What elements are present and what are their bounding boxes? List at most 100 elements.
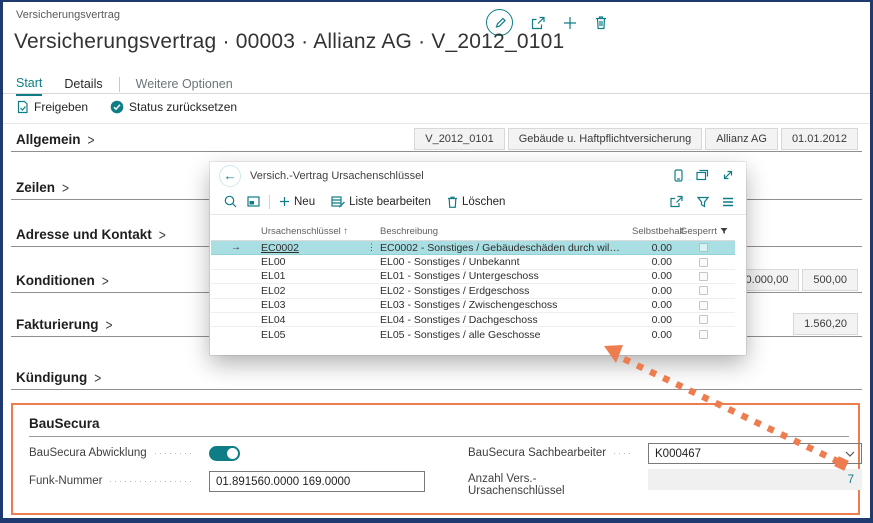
blocked-checkbox[interactable] — [699, 286, 708, 295]
table-row[interactable]: EC0002 EC0002 - Sonstiges / Gebäudeschäd… — [211, 241, 735, 255]
reset-status-button[interactable]: Status zurücksetzen — [110, 100, 237, 114]
section-zeilen[interactable]: Zeilen — [16, 180, 69, 195]
delete-button[interactable]: Löschen — [447, 196, 505, 208]
table-row[interactable]: EL00 EL00 - Sonstiges / Unbekannt 0.00 — [211, 255, 735, 269]
column-blocked[interactable]: Gesperrt — [680, 226, 734, 237]
blocked-checkbox[interactable] — [699, 330, 708, 339]
row-options-icon[interactable] — [363, 242, 380, 253]
delete-icon[interactable] — [594, 15, 608, 30]
back-icon[interactable] — [219, 165, 241, 187]
blocked-checkbox[interactable] — [699, 315, 708, 324]
blocked-checkbox[interactable] — [699, 258, 708, 267]
table-row[interactable]: EL04 EL04 - Sonstiges / Dachgeschoss 0.0… — [211, 313, 735, 327]
release-button[interactable]: Freigeben — [16, 100, 88, 114]
sachbearbeiter-value: K000467 — [655, 448, 845, 460]
row-key-link[interactable]: EL03 — [261, 299, 363, 311]
allgemein-summary: V_2012_0101 Gebäude u. Haftpflichtversic… — [414, 128, 858, 150]
section-kuendigung[interactable]: Kündigung — [16, 370, 101, 385]
dialog-header: Versich.-Vertrag Ursachenschlüssel — [210, 162, 746, 189]
plus-icon — [279, 196, 290, 207]
edit-list-icon — [331, 195, 345, 208]
section-fakturierung[interactable]: Fakturierung — [16, 317, 113, 332]
status-reset-icon — [110, 100, 124, 114]
table-header: Ursachenschlüssel Beschreibung Selbstbeh… — [211, 222, 735, 240]
blocked-checkbox[interactable] — [699, 301, 708, 310]
table-row[interactable]: EL01 EL01 - Sonstiges / Untergeschoss 0.… — [211, 270, 735, 284]
section-konditionen[interactable]: Konditionen — [16, 273, 109, 288]
table-row[interactable]: EL02 EL02 - Sonstiges / Erdgeschoss 0.00 — [211, 284, 735, 298]
row-key-link[interactable]: EL00 — [261, 256, 363, 268]
table-row[interactable]: EL05 EL05 - Sonstiges / alle Geschosse 0… — [211, 327, 735, 341]
bausecura-rule — [29, 436, 849, 437]
row-key-link[interactable]: EL05 — [261, 329, 363, 341]
section-line — [11, 389, 862, 390]
trash-icon — [447, 196, 458, 208]
row-key-link[interactable]: EL04 — [261, 314, 363, 326]
summary-premium: 1.560,20 — [793, 313, 858, 335]
edit-list-button[interactable]: Liste bearbeiten — [331, 195, 431, 208]
summary-insurer: Allianz AG — [705, 128, 778, 150]
table-body: EC0002 EC0002 - Sonstiges / Gebäudeschäd… — [211, 241, 735, 342]
add-icon[interactable] — [563, 16, 577, 30]
open-in-window-icon[interactable] — [696, 169, 709, 181]
blocked-checkbox[interactable] — [699, 272, 708, 281]
breadcrumb[interactable]: Versicherungsvertrag — [16, 9, 120, 21]
row-description: EL01 - Sonstiges / Untergeschoss — [380, 270, 632, 282]
summary-contract-type: Gebäude u. Haftpflichtversicherung — [508, 128, 702, 150]
summary-deductible: 500,00 — [802, 269, 858, 291]
switch-view-icon[interactable] — [247, 195, 260, 208]
share-icon[interactable] — [669, 195, 684, 208]
blocked-checkbox[interactable] — [699, 243, 708, 252]
abwicklung-toggle[interactable] — [209, 446, 240, 461]
row-description: EL02 - Sonstiges / Erdgeschoss — [380, 285, 632, 297]
expand-icon[interactable] — [722, 169, 734, 181]
bookmark-icon[interactable] — [674, 169, 683, 182]
ursachenschluessel-dialog: Versich.-Vertrag Ursachenschlüssel Neu L… — [210, 162, 746, 355]
row-key-link[interactable]: EC0002 — [261, 242, 363, 254]
share-icon[interactable] — [530, 15, 546, 31]
new-button[interactable]: Neu — [279, 196, 315, 208]
section-allgemein[interactable]: Allgemein — [16, 132, 95, 147]
chevron-down-icon — [845, 451, 855, 457]
row-deductible: 0.00 — [632, 314, 672, 326]
row-deductible: 0.00 — [632, 299, 672, 311]
sachbearbeiter-label: BauSecura Sachbearbeiter — [468, 447, 606, 459]
column-filter-icon — [720, 227, 728, 235]
action-rule — [3, 123, 870, 124]
summary-contract-no: V_2012_0101 — [414, 128, 505, 150]
anzahl-value[interactable]: 7 — [848, 474, 854, 486]
bausecura-section: BauSecura BauSecura Abwicklung Funk-Numm… — [11, 403, 860, 515]
sachbearbeiter-dropdown[interactable]: K000467 — [648, 443, 862, 464]
table-row[interactable]: EL03 EL03 - Sonstiges / Zwischengeschoss… — [211, 299, 735, 313]
toolbar-divider — [269, 195, 270, 209]
current-row-arrow-icon — [211, 242, 261, 253]
column-description[interactable]: Beschreibung — [380, 226, 632, 237]
dialog-title: Versich.-Vertrag Ursachenschlüssel — [250, 170, 424, 182]
app-window: Versicherungsvertrag Versicherungsvertra… — [0, 0, 873, 523]
section-adresse-kontakt[interactable]: Adresse und Kontakt — [16, 227, 166, 242]
anzahl-drilldown-field[interactable]: 7 — [648, 469, 862, 490]
funknummer-label: Funk-Nummer — [29, 475, 102, 487]
column-deductible[interactable]: Selbstbehalt — [632, 226, 672, 237]
row-key-link[interactable]: EL02 — [261, 285, 363, 297]
bausecura-title: BauSecura — [29, 416, 100, 431]
row-description: EC0002 - Sonstiges / Gebäudeschäden durc… — [380, 242, 632, 254]
row-deductible: 0.00 — [632, 256, 672, 268]
row-deductible: 0.00 — [632, 242, 672, 254]
row-key-link[interactable]: EL01 — [261, 270, 363, 282]
row-description: EL00 - Sonstiges / Unbekannt — [380, 256, 632, 268]
row-deductible: 0.00 — [632, 329, 672, 341]
column-key[interactable]: Ursachenschlüssel — [261, 226, 363, 237]
tabs-rule — [3, 93, 870, 94]
dotted-leader — [614, 453, 632, 454]
list-menu-icon[interactable] — [722, 197, 734, 207]
document-check-icon — [16, 100, 29, 114]
anzahl-label: Anzahl Vers.-Ursachenschlüssel — [468, 473, 624, 497]
funknummer-input[interactable] — [209, 471, 425, 492]
dotted-leader — [110, 481, 193, 482]
search-icon[interactable] — [224, 195, 237, 208]
dotted-leader — [155, 453, 193, 454]
summary-start-date: 01.01.2012 — [781, 128, 858, 150]
abwicklung-label: BauSecura Abwicklung — [29, 447, 147, 459]
filter-icon[interactable] — [697, 196, 709, 208]
